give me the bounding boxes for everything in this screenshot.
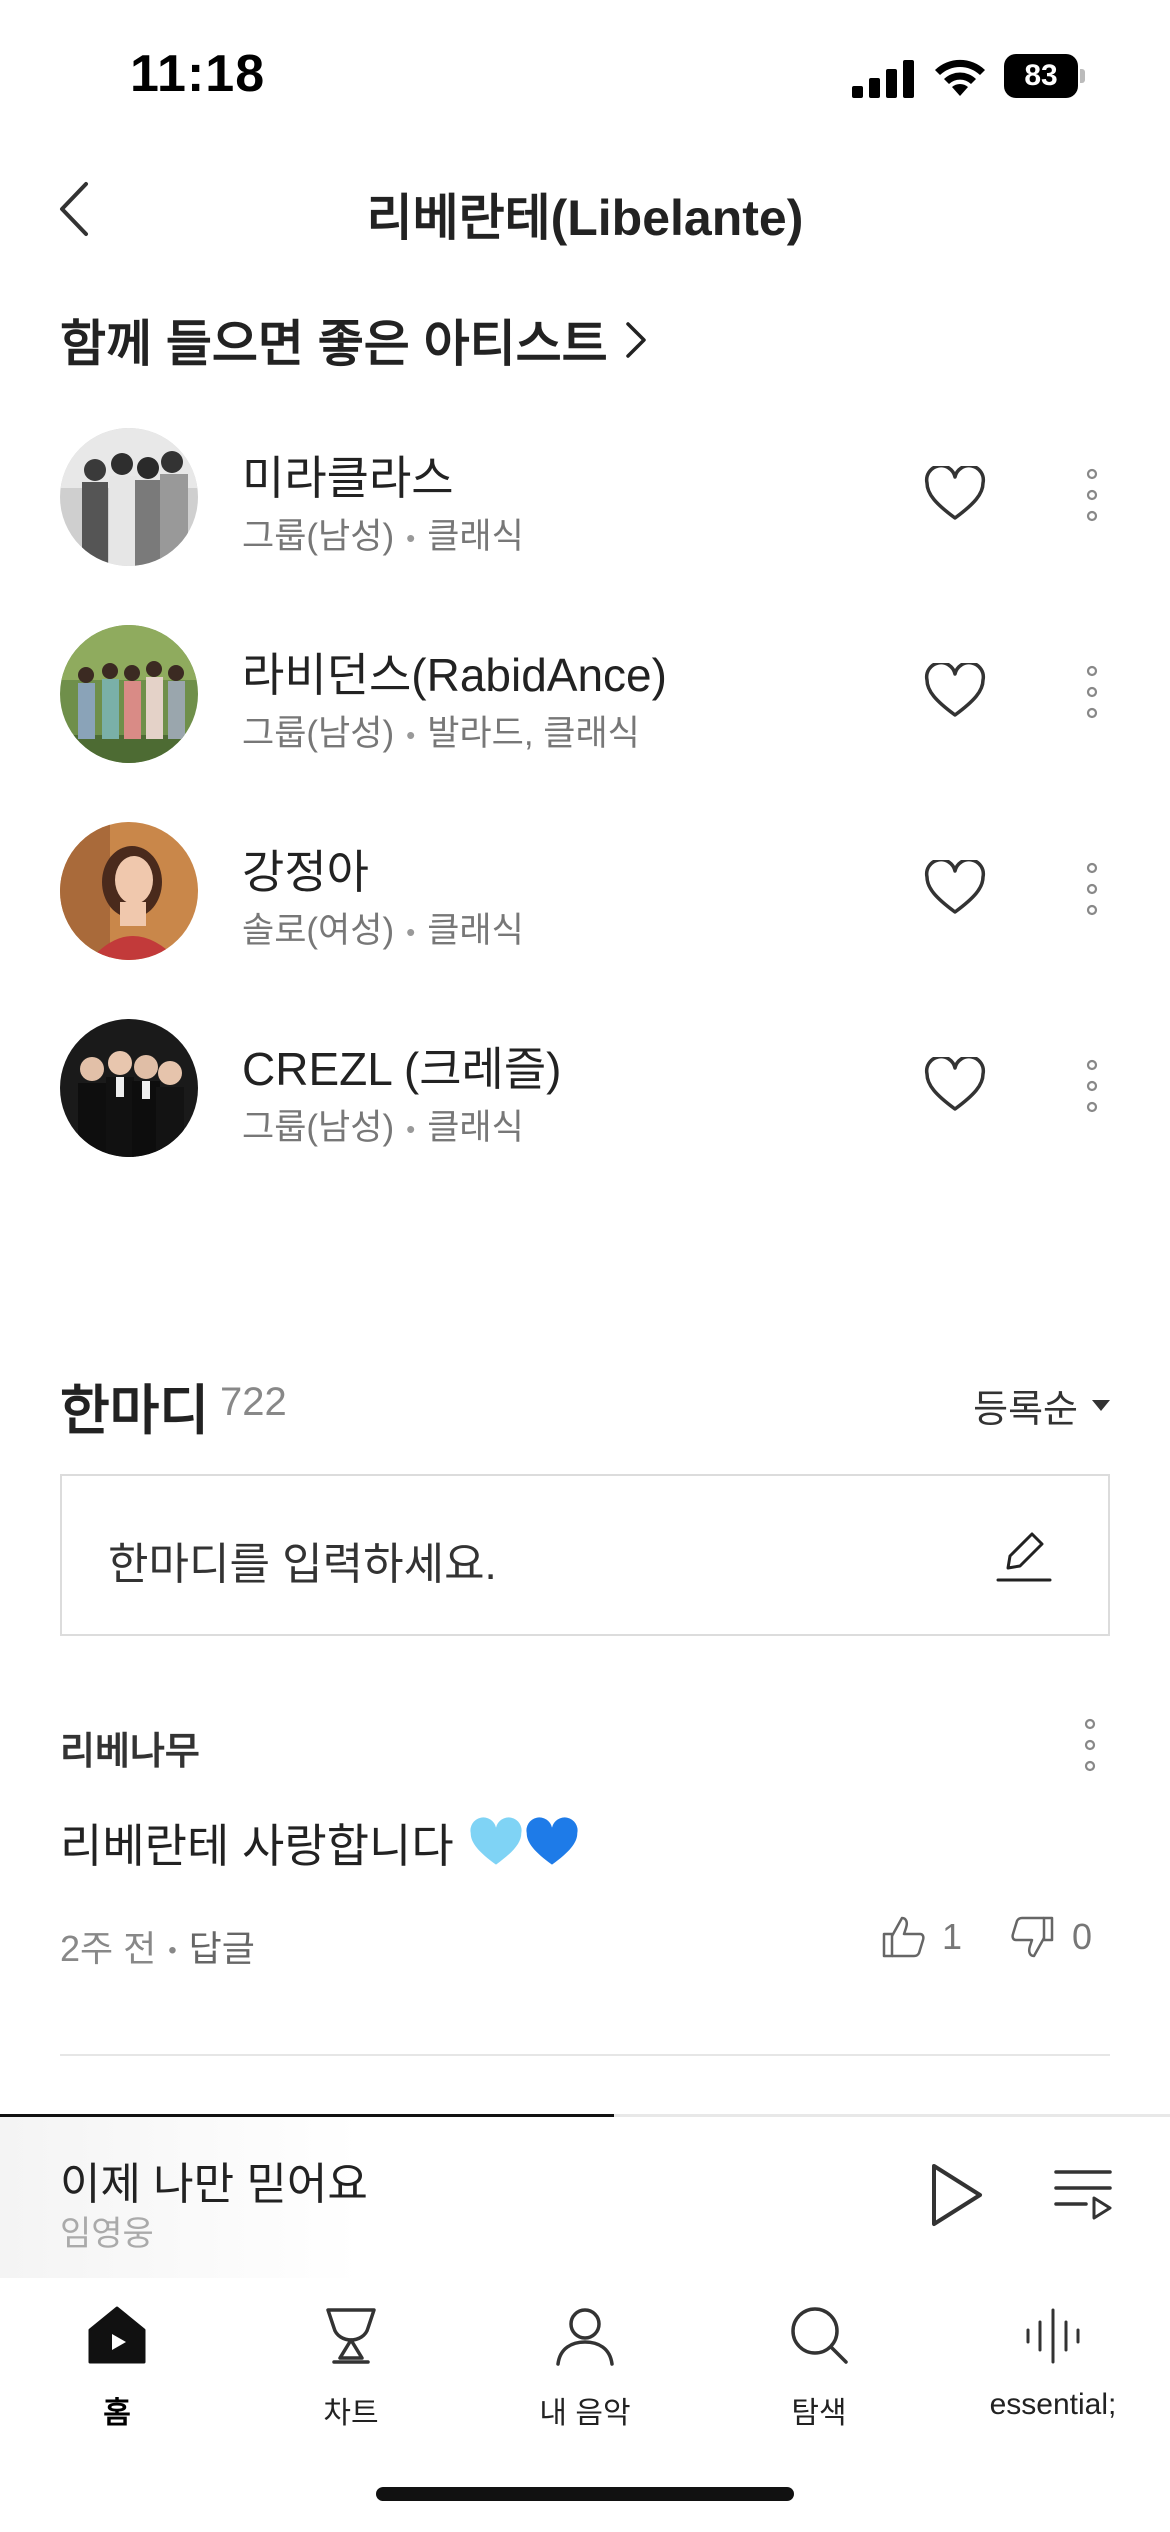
dislike-button[interactable]: 0 — [1010, 1914, 1092, 1960]
battery-icon: 83 — [1004, 54, 1085, 100]
artist-genre: 클래식 — [427, 911, 524, 950]
artist-meta: 그룹(남성) • 발라드, 클래식 — [242, 714, 640, 753]
tab-label: 홈 — [103, 2397, 131, 2430]
heart-icon[interactable] — [924, 860, 986, 916]
light-blue-heart-icon — [470, 1817, 522, 1865]
status-time: 11:18 — [130, 45, 266, 103]
sort-dropdown[interactable]: 등록순 — [973, 1378, 1110, 1433]
comment-time: 2주 전 — [60, 1928, 157, 1969]
artist-row[interactable]: CREZL (크레즐) 그룹(남성) • 클래식 — [0, 1011, 1170, 1171]
artist-name[interactable]: 라비던스(RabidAnce) — [242, 639, 667, 705]
section-title: 함께 들으면 좋은 아티스트 — [60, 316, 608, 372]
thumbs-up-icon — [882, 1916, 925, 1958]
thumbs-down-icon — [1011, 1916, 1054, 1958]
artist-avatar[interactable] — [60, 1019, 198, 1157]
divider — [60, 2054, 1110, 2056]
play-icon[interactable] — [926, 2160, 986, 2230]
comment-text: 리베란테 사랑합니다 — [60, 1810, 580, 1876]
comment-body: 리베란테 사랑합니다 — [60, 1820, 454, 1872]
comments-header: 한마디 722 등록순 — [60, 1360, 1110, 1441]
tab-label: essential; — [989, 2388, 1117, 2421]
track-title[interactable]: 이제 나만 믿어요 — [60, 2148, 368, 2212]
artist-meta: 솔로(여성) • 클래식 — [242, 911, 524, 950]
artist-type: 솔로(여성) — [242, 911, 395, 950]
artist-avatar[interactable] — [60, 428, 198, 566]
tab-essential[interactable]: essential; — [936, 2300, 1170, 2450]
tab-label: 차트 — [323, 2397, 379, 2430]
sort-label: 등록순 — [973, 1389, 1078, 1431]
reply-button[interactable]: 답글 — [189, 1928, 255, 1969]
artist-row[interactable]: 강정아 솔로(여성) • 클래식 — [0, 814, 1170, 974]
similar-artists-header[interactable]: 함께 들으면 좋은 아티스트 — [60, 305, 650, 375]
heart-icon[interactable] — [924, 663, 986, 719]
tab-label: 탐색 — [791, 2397, 847, 2430]
chevron-right-icon — [625, 322, 646, 358]
artist-row[interactable]: 라비던스(RabidAnce) 그룹(남성) • 발라드, 클래식 — [0, 617, 1170, 777]
pencil-icon[interactable] — [994, 1526, 1052, 1586]
tab-search[interactable]: 탐색 — [702, 2300, 936, 2450]
nav-header: 리베란테(Libelante) — [0, 150, 1170, 270]
artist-name[interactable]: 미라클라스 — [242, 442, 454, 508]
playlist-icon[interactable] — [1052, 2166, 1114, 2222]
comment-input[interactable]: 한마디를 입력하세요. — [60, 1474, 1110, 1636]
trophy-icon — [326, 2308, 376, 2364]
signal-icon — [852, 60, 914, 98]
artist-avatar[interactable] — [60, 822, 198, 960]
home-icon — [88, 2306, 146, 2364]
heart-icon[interactable] — [924, 466, 986, 522]
artist-meta: 그룹(남성) • 클래식 — [242, 1108, 524, 1147]
artist-row[interactable]: 미라클라스 그룹(남성) • 클래식 — [0, 420, 1170, 580]
artist-name[interactable]: 강정아 — [242, 836, 369, 902]
more-vertical-icon[interactable] — [1072, 854, 1112, 924]
comment-author[interactable]: 리베나무 — [60, 1720, 200, 1775]
artist-genre: 클래식 — [427, 517, 524, 556]
status-bar: 11:18 83 — [0, 0, 1170, 150]
user-icon — [556, 2308, 614, 2366]
artist-type: 그룹(남성) — [242, 517, 395, 556]
tab-my-music[interactable]: 내 음악 — [468, 2300, 702, 2450]
heart-icon[interactable] — [924, 1057, 986, 1113]
more-vertical-icon[interactable] — [1072, 460, 1112, 530]
comment-item: 리베나무 리베란테 사랑합니다 2주 전 • 답글 1 0 — [60, 1710, 1110, 2010]
more-vertical-icon[interactable] — [1070, 1710, 1110, 1780]
tab-home[interactable]: 홈 — [0, 2300, 234, 2450]
like-count: 1 — [942, 1916, 963, 1957]
artist-type: 그룹(남성) — [242, 1108, 395, 1147]
caret-down-icon — [1092, 1400, 1110, 1411]
home-indicator[interactable] — [376, 2487, 794, 2501]
more-vertical-icon[interactable] — [1072, 657, 1112, 727]
blue-heart-icon — [526, 1817, 578, 1865]
page-title: 리베란테(Libelante) — [366, 190, 804, 246]
tab-label: 내 음악 — [539, 2397, 631, 2430]
artist-genre: 클래식 — [427, 1108, 524, 1147]
comments-title: 한마디 — [60, 1381, 210, 1441]
mini-player[interactable]: 이제 나만 믿어요 임영웅 — [0, 2114, 1170, 2278]
artist-type: 그룹(남성) — [242, 714, 395, 753]
wifi-icon — [935, 59, 985, 96]
artist-genre: 발라드, 클래식 — [427, 714, 640, 753]
tab-chart[interactable]: 차트 — [234, 2300, 468, 2450]
equalizer-icon — [1026, 2308, 1080, 2364]
comments-count: 722 — [220, 1380, 287, 1424]
artist-avatar[interactable] — [60, 625, 198, 763]
comment-meta: 2주 전 • 답글 — [60, 1928, 255, 1969]
more-vertical-icon[interactable] — [1072, 1051, 1112, 1121]
artist-name[interactable]: CREZL (크레즐) — [242, 1033, 561, 1099]
track-artist: 임영웅 — [60, 2215, 154, 2253]
like-button[interactable]: 1 — [880, 1914, 962, 1960]
comment-input-placeholder: 한마디를 입력하세요. — [108, 1540, 497, 1589]
battery-level: 83 — [1004, 54, 1078, 98]
artist-meta: 그룹(남성) • 클래식 — [242, 517, 524, 556]
dislike-count: 0 — [1072, 1916, 1093, 1957]
search-icon — [791, 2307, 848, 2364]
